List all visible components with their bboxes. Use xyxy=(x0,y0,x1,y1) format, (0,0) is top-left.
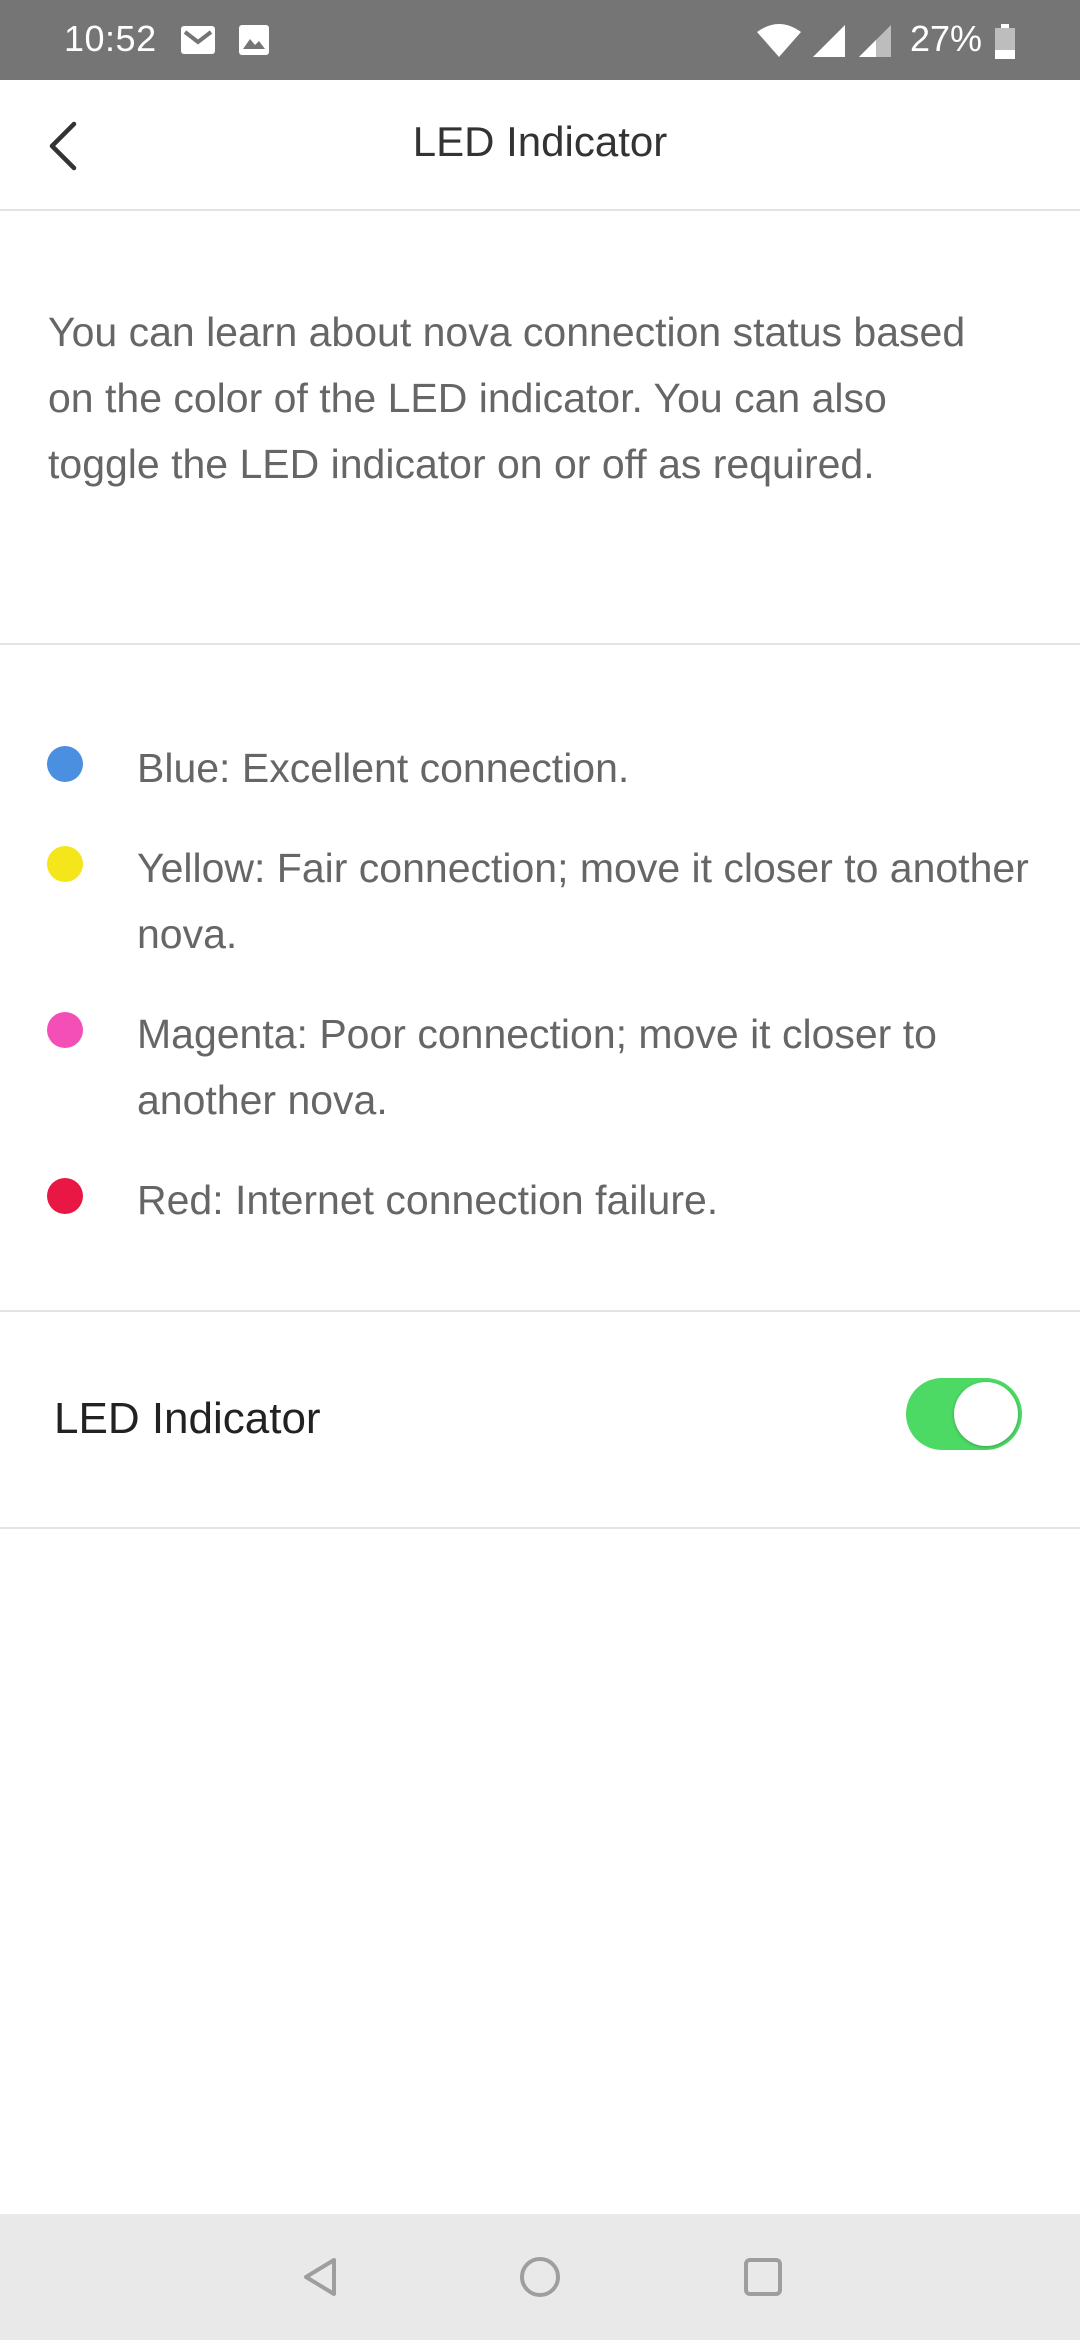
status-bar: 10:52 27% xyxy=(0,0,1080,80)
legend-item-label: Blue: Excellent connection. xyxy=(137,745,630,791)
toggle-knob xyxy=(954,1382,1018,1446)
signal-icon xyxy=(859,25,891,57)
home-circle-icon[interactable] xyxy=(515,2252,565,2302)
legend-item-label: Magenta: Poor connection; move it closer… xyxy=(137,1011,937,1123)
intro-description: You can learn about nova connection stat… xyxy=(48,309,966,487)
battery-percent: 27% xyxy=(910,18,983,59)
recents-square-icon[interactable] xyxy=(738,2252,788,2302)
led-indicator-toggle[interactable] xyxy=(906,1378,1022,1450)
legend-item-label: Red: Internet connection failure. xyxy=(137,1177,719,1223)
magenta-dot-icon xyxy=(47,1012,83,1048)
blue-dot-icon xyxy=(47,746,83,782)
led-indicator-setting-row: LED Indicator xyxy=(0,1312,1080,1529)
page-title: LED Indicator xyxy=(412,118,668,165)
status-icons: 27% xyxy=(0,0,1080,80)
signal-icon xyxy=(813,25,845,57)
navigation-bar xyxy=(0,2214,1080,2340)
red-dot-icon xyxy=(47,1178,83,1214)
led-indicator-label: LED Indicator xyxy=(54,1394,321,1443)
app-bar: LED Indicator xyxy=(0,80,1080,211)
back-triangle-icon[interactable] xyxy=(296,2252,346,2302)
wifi-icon xyxy=(757,24,801,57)
battery-icon xyxy=(995,24,1015,59)
legend-item-label: Yellow: Fair connection; move it closer … xyxy=(137,845,1029,957)
intro-section: You can learn about nova connection stat… xyxy=(0,211,1080,645)
led-color-legend: Blue: Excellent connection. Yellow: Fair… xyxy=(0,645,1080,1312)
yellow-dot-icon xyxy=(47,846,83,882)
